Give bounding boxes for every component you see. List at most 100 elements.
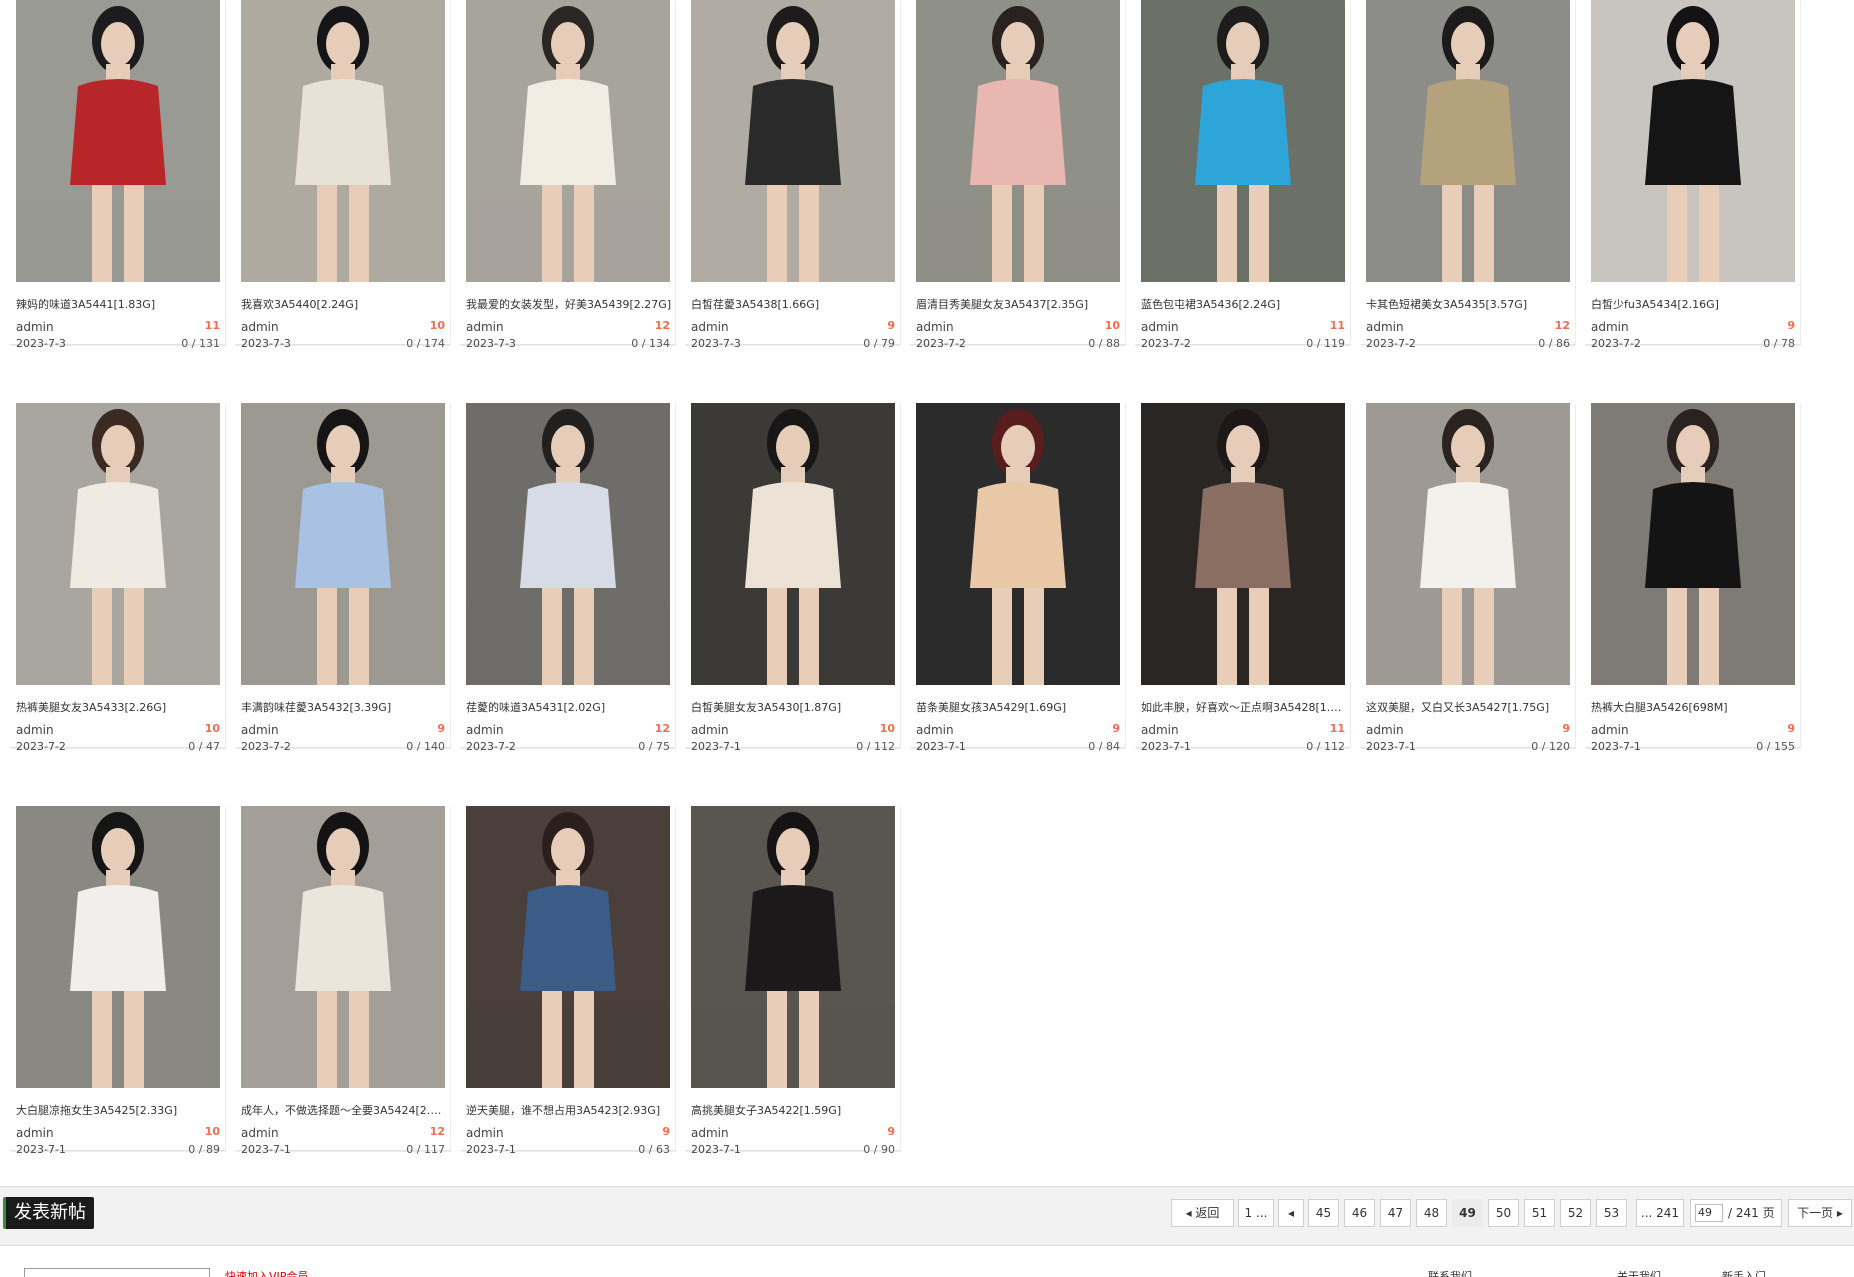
next-page-button[interactable]: 下一页 ▸ — [1788, 1199, 1852, 1227]
page-number[interactable]: 49 — [1452, 1199, 1483, 1227]
thread-thumbnail[interactable] — [691, 806, 895, 1088]
thread-title[interactable]: 我喜欢3A5440[2.24G] — [241, 296, 447, 312]
page-input[interactable]: 49 — [1695, 1204, 1723, 1222]
thread-card[interactable]: 丰满韵味荏薆3A5432[3.39G] admin 9 2023-7-2 0 / 140 — [235, 403, 450, 753]
thread-card[interactable]: 大白腿凉拖女生3A5425[2.33G] admin 10 2023-7-1 0 / 8… — [10, 806, 225, 1156]
thread-author[interactable]: admin — [16, 1126, 54, 1140]
thread-title[interactable]: 丰满韵味荏薆3A5432[3.39G] — [241, 699, 447, 715]
thread-card[interactable]: 如此丰腴，好喜欢～正点啊3A5428[1.62G] admin 11 2023-7-1… — [1135, 403, 1350, 753]
prev-page-button[interactable]: ◂ — [1278, 1199, 1304, 1227]
thread-card[interactable]: 苗条美腿女孩3A5429[1.69G] admin 9 2023-7-1 0 / 84 — [910, 403, 1125, 753]
thread-card[interactable]: 蓝色包屯裙3A5436[2.24G] admin 11 2023-7-2 0 / 119 — [1135, 0, 1350, 350]
thread-author[interactable]: admin — [466, 320, 504, 334]
thread-thumbnail[interactable] — [1591, 0, 1795, 282]
thread-author[interactable]: admin — [1141, 723, 1179, 737]
page-number[interactable]: 50 — [1488, 1199, 1519, 1227]
thread-thumbnail[interactable] — [16, 403, 220, 685]
thread-card[interactable]: 白皙荏薆3A5438[1.66G] admin 9 2023-7-3 0 / 79 — [685, 0, 900, 350]
thread-card[interactable]: 白皙少fu3A5434[2.16G] admin 9 2023-7-2 0 / 78 — [1585, 0, 1800, 350]
footer-notice[interactable]: 快速加入VIP会员 — [225, 1268, 308, 1277]
thread-author[interactable]: admin — [691, 320, 729, 334]
thread-title[interactable]: 白皙荏薆3A5438[1.66G] — [691, 296, 897, 312]
thread-title[interactable]: 热裤大白腿3A5426[698M] — [1591, 699, 1797, 715]
thread-author[interactable]: admin — [1591, 320, 1629, 334]
thread-card[interactable]: 热裤美腿女友3A5433[2.26G] admin 10 2023-7-2 0 / 47 — [10, 403, 225, 753]
thread-author[interactable]: admin — [1141, 320, 1179, 334]
thread-card[interactable]: 我最爱的女装发型，好美3A5439[2.27G] admin 12 2023-7-3 0… — [460, 0, 675, 350]
thread-thumbnail[interactable] — [1141, 403, 1345, 685]
thread-author[interactable]: admin — [16, 723, 54, 737]
thread-thumbnail[interactable] — [466, 806, 670, 1088]
thread-card[interactable]: 这双美腿，又白又长3A5427[1.75G] admin 9 2023-7-1 0 / … — [1360, 403, 1575, 753]
thread-card[interactable]: 白皙美腿女友3A5430[1.87G] admin 10 2023-7-1 0 / 11… — [685, 403, 900, 753]
page-number[interactable]: 47 — [1380, 1199, 1411, 1227]
thread-thumbnail[interactable] — [691, 0, 895, 282]
thread-author[interactable]: admin — [916, 723, 954, 737]
thread-thumbnail[interactable] — [916, 403, 1120, 685]
thread-title[interactable]: 热裤美腿女友3A5433[2.26G] — [16, 699, 222, 715]
thread-title[interactable]: 辣妈的味道3A5441[1.83G] — [16, 296, 222, 312]
thread-card[interactable]: 热裤大白腿3A5426[698M] admin 9 2023-7-1 0 / 155 — [1585, 403, 1800, 753]
thread-author[interactable]: admin — [466, 723, 504, 737]
footer-link-about[interactable]: 关于我们 — [1617, 1268, 1661, 1277]
thread-author[interactable]: admin — [691, 723, 729, 737]
thread-thumbnail[interactable] — [16, 806, 220, 1088]
page-number[interactable]: 46 — [1344, 1199, 1375, 1227]
thread-title[interactable]: 高挑美腿女子3A5422[1.59G] — [691, 1102, 897, 1118]
thread-author[interactable]: admin — [1366, 320, 1404, 334]
thread-title[interactable]: 荏薆的味道3A5431[2.02G] — [466, 699, 672, 715]
thread-card[interactable]: 成年人，不做选择题～全要3A5424[2.18G] admin 12 2023-7-1… — [235, 806, 450, 1156]
thread-title[interactable]: 白皙少fu3A5434[2.16G] — [1591, 296, 1797, 312]
thread-title[interactable]: 苗条美腿女孩3A5429[1.69G] — [916, 699, 1122, 715]
page-first[interactable]: 1 ... — [1238, 1199, 1274, 1227]
thread-card[interactable]: 我喜欢3A5440[2.24G] admin 10 2023-7-3 0 / 174 — [235, 0, 450, 350]
thread-author[interactable]: admin — [466, 1126, 504, 1140]
thread-title[interactable]: 如此丰腴，好喜欢～正点啊3A5428[1.62G] — [1141, 699, 1347, 715]
thread-author[interactable]: admin — [1591, 723, 1629, 737]
thread-title[interactable]: 卡其色短裙美女3A5435[3.57G] — [1366, 296, 1572, 312]
thread-thumbnail[interactable] — [691, 403, 895, 685]
thread-author[interactable]: admin — [241, 723, 279, 737]
thread-author[interactable]: admin — [16, 320, 54, 334]
thread-thumbnail[interactable] — [466, 403, 670, 685]
thread-card[interactable]: 辣妈的味道3A5441[1.83G] admin 11 2023-7-3 0 / 131 — [10, 0, 225, 350]
page-number[interactable]: 51 — [1524, 1199, 1555, 1227]
page-number[interactable]: 52 — [1560, 1199, 1591, 1227]
thread-thumbnail[interactable] — [241, 0, 445, 282]
thread-author[interactable]: admin — [1366, 723, 1404, 737]
thread-card[interactable]: 荏薆的味道3A5431[2.02G] admin 12 2023-7-2 0 / 75 — [460, 403, 675, 753]
footer-link-newbie[interactable]: 新手入门 — [1722, 1268, 1766, 1277]
page-last[interactable]: ... 241 — [1636, 1199, 1684, 1227]
thread-title[interactable]: 我最爱的女装发型，好美3A5439[2.27G] — [466, 296, 672, 312]
thread-card[interactable]: 眉清目秀美腿女友3A5437[2.35G] admin 10 2023-7-2 0 / … — [910, 0, 1125, 350]
thread-title[interactable]: 逆天美腿，谁不想占用3A5423[2.93G] — [466, 1102, 672, 1118]
back-button[interactable]: ◂ 返回 — [1171, 1199, 1234, 1227]
thread-author[interactable]: admin — [916, 320, 954, 334]
thread-title[interactable]: 白皙美腿女友3A5430[1.87G] — [691, 699, 897, 715]
thread-title[interactable]: 这双美腿，又白又长3A5427[1.75G] — [1366, 699, 1572, 715]
thread-thumbnail[interactable] — [241, 806, 445, 1088]
thread-author[interactable]: admin — [241, 320, 279, 334]
thread-thumbnail[interactable] — [1366, 403, 1570, 685]
thread-thumbnail[interactable] — [916, 0, 1120, 282]
footer-link-contact[interactable]: 联系我们 — [1428, 1268, 1472, 1277]
page-number[interactable]: 45 — [1308, 1199, 1339, 1227]
new-post-button[interactable]: 发表新帖 — [3, 1197, 94, 1229]
thread-title[interactable]: 大白腿凉拖女生3A5425[2.33G] — [16, 1102, 222, 1118]
page-number[interactable]: 53 — [1596, 1199, 1627, 1227]
thread-title[interactable]: 蓝色包屯裙3A5436[2.24G] — [1141, 296, 1347, 312]
thread-thumbnail[interactable] — [16, 0, 220, 282]
page-number[interactable]: 48 — [1416, 1199, 1447, 1227]
thread-card[interactable]: 逆天美腿，谁不想占用3A5423[2.93G] admin 9 2023-7-1 0 /… — [460, 806, 675, 1156]
thread-card[interactable]: 高挑美腿女子3A5422[1.59G] admin 9 2023-7-1 0 / 90 — [685, 806, 900, 1156]
thread-card[interactable]: 卡其色短裙美女3A5435[3.57G] admin 12 2023-7-2 0 / 8… — [1360, 0, 1575, 350]
thread-author[interactable]: admin — [241, 1126, 279, 1140]
thread-thumbnail[interactable] — [1591, 403, 1795, 685]
thread-title[interactable]: 眉清目秀美腿女友3A5437[2.35G] — [916, 296, 1122, 312]
thread-thumbnail[interactable] — [466, 0, 670, 282]
thread-thumbnail[interactable] — [241, 403, 445, 685]
thread-author[interactable]: admin — [691, 1126, 729, 1140]
thread-thumbnail[interactable] — [1141, 0, 1345, 282]
thread-title[interactable]: 成年人，不做选择题～全要3A5424[2.18G] — [241, 1102, 447, 1118]
thread-thumbnail[interactable] — [1366, 0, 1570, 282]
